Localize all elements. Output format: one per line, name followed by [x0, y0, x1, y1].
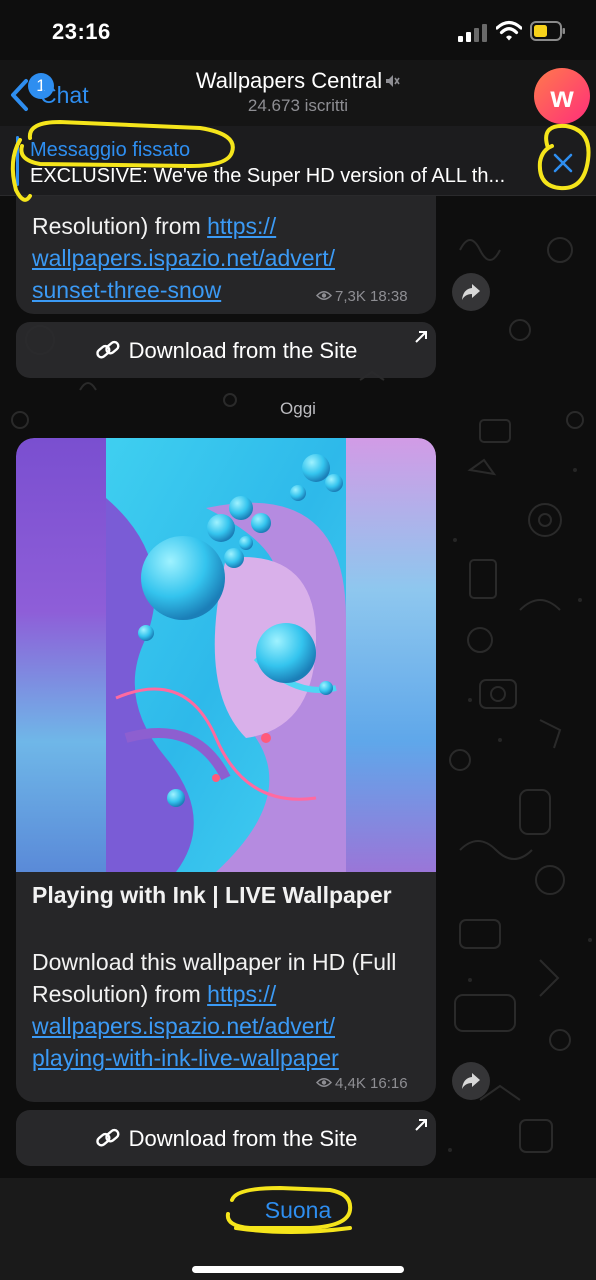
- message-link[interactable]: https://: [207, 981, 276, 1007]
- message-link[interactable]: sunset-three-snow: [32, 277, 221, 303]
- subscriber-count: 24.673 iscritti: [247, 96, 349, 115]
- download-label: Download from the Site: [128, 338, 358, 363]
- channel-avatar[interactable]: w: [534, 68, 590, 124]
- eye-icon: [316, 291, 332, 300]
- message-meta: 7,3K 18:38: [316, 288, 408, 305]
- wallpaper-preview-image[interactable]: [16, 438, 436, 872]
- share-button[interactable]: [452, 1062, 490, 1100]
- close-icon[interactable]: [550, 150, 576, 176]
- pinned-accent-line: [16, 136, 19, 186]
- download-label-row: Download from the Site: [16, 1126, 436, 1152]
- message-bubble[interactable]: Resolution) from https:// wallpapers.isp…: [16, 188, 436, 314]
- mute-icon: [386, 75, 400, 87]
- download-label: Download from the Site: [128, 1126, 358, 1151]
- external-arrow-icon: [415, 1119, 427, 1131]
- view-count: 7,3K: [335, 288, 366, 305]
- chat-header: 1 Chat Wallpapers Central 24.673 iscritt…: [0, 60, 596, 126]
- eye-icon: [316, 1078, 332, 1087]
- share-icon: [462, 284, 480, 300]
- date-separator: Oggi: [280, 399, 316, 418]
- message-link[interactable]: https://: [207, 213, 276, 239]
- message-link[interactable]: wallpapers.ispazio.net/advert/: [32, 1013, 335, 1039]
- suona-label: Suona: [264, 1197, 332, 1223]
- message-text-line: Download this wallpaper in HD (Full: [32, 949, 397, 975]
- avatar-letter: w: [550, 81, 574, 114]
- download-label-row: Download from the Site: [16, 338, 436, 364]
- pinned-label: Messaggio fissato: [30, 139, 191, 161]
- back-label: Chat: [40, 82, 89, 108]
- share-button[interactable]: [452, 273, 490, 311]
- message-text: Download this wallpaper in HD (Full Reso…: [32, 946, 396, 1074]
- channel-info[interactable]: Wallpapers Central 24.673 iscritti: [150, 68, 446, 116]
- channel-title-row: Wallpapers Central: [150, 68, 446, 94]
- back-button[interactable]: 1 Chat: [8, 68, 108, 114]
- home-indicator: [192, 1266, 404, 1273]
- suona-button[interactable]: Suona: [0, 1197, 596, 1224]
- message-meta: 4,4K 16:16: [316, 1075, 408, 1092]
- pinned-text: EXCLUSIVE: We've the Super HD version of…: [30, 165, 506, 187]
- message-text-line: Resolution) from: [32, 213, 208, 239]
- message-text-line: Resolution) from: [32, 981, 208, 1007]
- message-link[interactable]: wallpapers.ispazio.net/advert/: [32, 245, 335, 271]
- wifi-icon: [496, 20, 522, 41]
- message-title: Playing with Ink | LIVE Wallpaper: [32, 882, 392, 908]
- link-icon: [95, 1128, 120, 1147]
- status-bar: 23:16: [0, 0, 596, 60]
- message-time: 18:38: [370, 288, 408, 305]
- message-time: 16:16: [370, 1075, 408, 1092]
- signal-icon: [458, 24, 487, 42]
- download-site-button[interactable]: Download from the Site: [16, 1110, 436, 1166]
- link-icon: [95, 340, 120, 359]
- message-link[interactable]: playing-with-ink-live-wallpaper: [32, 1045, 339, 1071]
- bottom-bar: Suona: [0, 1178, 596, 1280]
- channel-title: Wallpapers Central: [195, 68, 383, 93]
- status-time: 23:16: [52, 19, 111, 44]
- download-site-button[interactable]: Download from the Site: [16, 322, 436, 378]
- share-icon: [462, 1073, 480, 1089]
- message-bubble[interactable]: Playing with Ink | LIVE Wallpaper Downlo…: [16, 438, 436, 1102]
- pinned-message-bar[interactable]: Messaggio fissato EXCLUSIVE: We've the S…: [0, 126, 596, 196]
- view-count: 4,4K: [335, 1075, 366, 1092]
- external-arrow-icon: [415, 331, 427, 343]
- battery-icon: [530, 21, 565, 41]
- message-text: Resolution) from https:// wallpapers.isp…: [32, 210, 335, 306]
